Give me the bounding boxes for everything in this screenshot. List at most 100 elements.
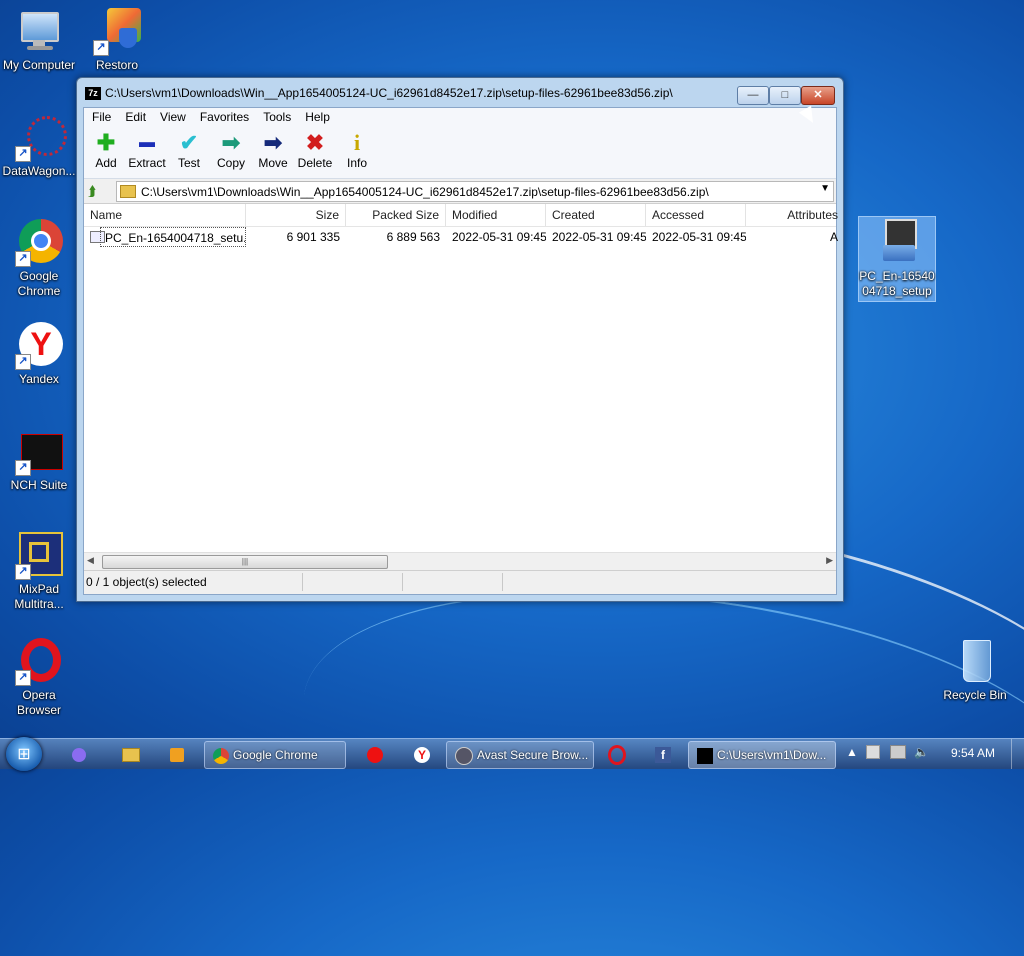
desktop-icon-restoro[interactable]: ↗ Restoro [79,8,155,73]
desktop-icon-label: Google Chrome [17,269,61,298]
column-header-attributes[interactable]: Attributes [746,204,838,226]
folder-up-icon[interactable]: ⮭ [88,182,106,200]
desktop-icon-label: DataWagon... [2,164,76,178]
media-player-icon[interactable] [166,744,188,764]
desktop-icon-nch-suite[interactable]: ↗ NCH Suite [1,428,77,493]
scroll-right-icon[interactable]: ▶ [826,555,833,566]
cell-packed-size: 6 889 563 [386,230,440,244]
taskbar-item-avast-browser[interactable]: Avast Secure Brow... [446,741,594,769]
window-client: File Edit View Favorites Tools Help ✚ Add ▬ E… [83,107,838,595]
add-button[interactable]: ✚ Add [84,130,128,170]
cell-modified: 2022-05-31 09:45 [452,230,546,244]
table-row[interactable]: PC_En-1654004718_setu... 6 901 335 6 889… [84,227,838,247]
taskbar-item-google-chrome[interactable]: Google Chrome [204,741,346,769]
address-field[interactable]: C:\Users\vm1\Downloads\Win__App165400512… [116,181,834,202]
menu-bar: File Edit View Favorites Tools Help [84,108,836,126]
show-desktop-button[interactable] [1011,739,1024,769]
move-button[interactable]: ➡ Move [251,130,295,170]
desktop-icon-label: My Computer [2,58,76,72]
desktop-icon-my-computer[interactable]: My Computer [1,8,77,73]
desktop-icon-recycle-bin[interactable]: Recycle Bin [937,638,1013,703]
scroll-left-icon[interactable]: ◀ [87,555,94,566]
menu-tools[interactable]: Tools [257,108,297,126]
desktop-icon-setup-file[interactable]: PC_En-1654004718_setup [858,216,936,302]
tray-expand-icon[interactable]: ▲ [846,745,858,759]
horizontal-scrollbar[interactable]: ◀ ||| ▶ [84,552,836,570]
column-header-accessed[interactable]: Accessed [646,204,746,226]
address-bar: ⮭ C:\Users\vm1\Downloads\Win__App1654005… [84,179,836,204]
yandex-browser-icon[interactable] [364,744,386,764]
maximize-button[interactable]: □ [769,86,801,105]
taskbar-item-label: C:\Users\vm1\Dow... [717,748,827,762]
delete-label: Delete [297,156,333,170]
volume-icon[interactable]: 🔈 [914,745,929,759]
taskbar-item-label: Avast Secure Brow... [477,748,589,762]
7zip-app-icon: 7z [85,87,101,100]
test-label: Test [177,156,200,170]
start-button[interactable]: ⊞ [6,737,42,771]
network-icon[interactable] [890,745,906,762]
facebook-icon[interactable]: f [652,744,674,764]
shortcut-arrow-icon: ↗ [15,564,31,580]
desktop-icon-yandex[interactable]: Y ↗ Yandex [1,322,77,387]
delete-button[interactable]: ✖ Delete [293,130,337,170]
desktop-icon-label: Restoro [95,58,139,72]
desktop-icon-mixpad[interactable]: ↗ MixPad Multitra... [1,532,77,612]
explorer-folder-icon[interactable] [120,744,142,764]
minimize-button[interactable]: — [737,86,769,105]
desktop-icon-google-chrome[interactable]: ↗ Google Chrome [1,219,77,299]
shortcut-arrow-icon: ↗ [15,670,31,686]
menu-favorites[interactable]: Favorites [194,108,255,126]
x-icon: ✖ [305,130,325,155]
column-header-created[interactable]: Created [546,204,646,226]
action-center-icon[interactable] [866,745,880,762]
chevron-down-icon[interactable]: ▼ [820,183,830,194]
scrollbar-thumb[interactable]: ||| [102,555,388,569]
column-header-modified[interactable]: Modified [446,204,546,226]
nch-icon: ↗ [15,428,63,476]
desktop-icon-label: PC_En-1654004718_setup [859,269,935,298]
7zip-window[interactable]: 7z C:\Users\vm1\Downloads\Win__App165400… [76,77,844,602]
quicklaunch-purple-icon[interactable] [68,744,90,764]
windows-logo-icon: ⊞ [17,746,31,763]
info-button[interactable]: i Info [335,130,379,170]
cell-accessed: 2022-05-31 09:45 [652,230,746,244]
double-arrow-icon: ➡ [221,130,241,155]
column-header-name[interactable]: Name [84,204,246,226]
yandex-icon: Y ↗ [15,322,63,370]
toolbar: ✚ Add ▬ Extract ✔ Test ➡ Copy ➡ Move ✖ D… [84,126,836,179]
chrome-icon [213,747,229,764]
column-header-size[interactable]: Size [246,204,346,226]
list-header: Name Size Packed Size Modified Created A… [84,204,838,227]
desktop-icon-label: Yandex [19,372,59,386]
cell-attributes: A [829,230,838,244]
desktop-icon-label: NCH Suite [10,478,68,492]
copy-button[interactable]: ➡ Copy [209,130,253,170]
menu-edit[interactable]: Edit [119,108,152,126]
taskbar: ⊞ Google Chrome Y Avast Secure Brow... f… [0,737,1024,771]
opera-icon[interactable] [606,744,628,766]
move-label: Move [258,156,288,170]
shortcut-arrow-icon: ↗ [93,40,109,56]
taskbar-item-label: Google Chrome [233,748,318,762]
desktop-icon-label: Recycle Bin [943,688,1007,702]
desktop-icon-opera[interactable]: ↗ Opera Browser [1,638,77,718]
folder-icon [120,185,136,198]
test-button[interactable]: ✔ Test [167,130,211,170]
cell-created: 2022-05-31 09:45 [552,230,646,244]
desktop-icon-datawagon[interactable]: ↗ DataWagon... [1,114,77,179]
clock[interactable]: 9:54 AM [938,746,1008,760]
extract-button[interactable]: ▬ Extract [125,130,169,170]
taskbar-item-7zip[interactable]: C:\Users\vm1\Dow... [688,741,836,769]
column-header-packed-size[interactable]: Packed Size [346,204,446,226]
window-titlebar[interactable]: 7z C:\Users\vm1\Downloads\Win__App165400… [77,78,843,108]
plus-icon: ✚ [96,130,116,155]
menu-help[interactable]: Help [299,108,336,126]
menu-file[interactable]: File [86,108,117,126]
minus-icon: ▬ [139,134,155,151]
close-button[interactable]: ✕ [801,86,835,105]
yandex-icon[interactable]: Y [411,744,433,764]
recycle-bin-icon [951,638,999,686]
cell-name: PC_En-1654004718_setu... [100,227,246,247]
menu-view[interactable]: View [154,108,192,126]
